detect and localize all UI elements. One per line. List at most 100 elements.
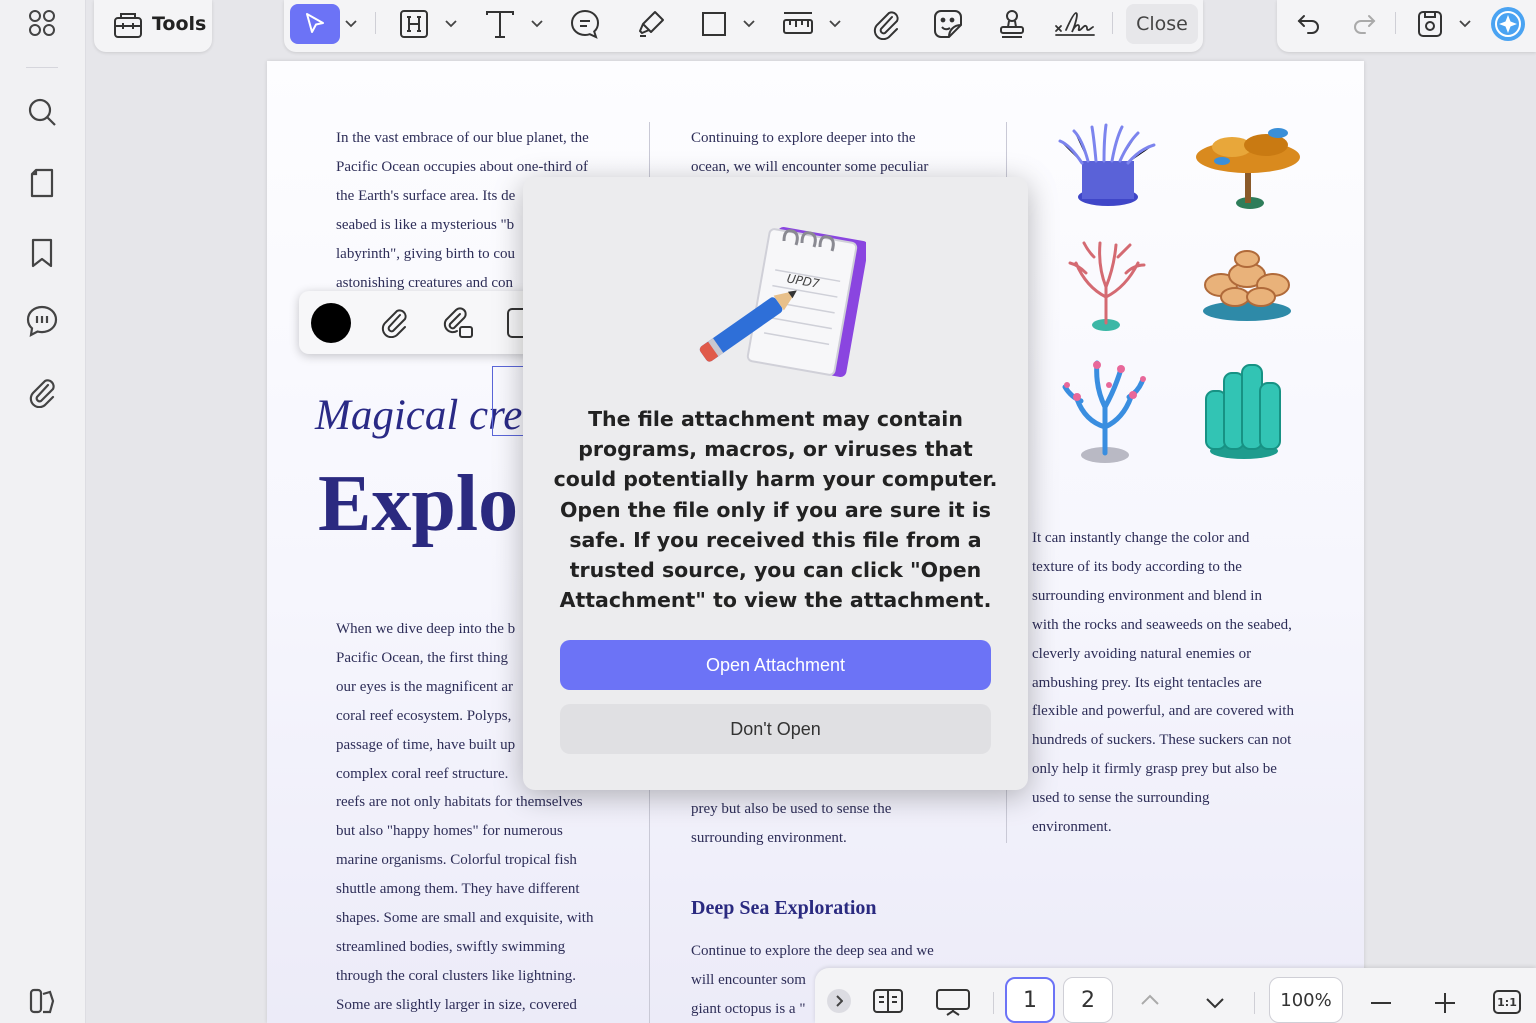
attachment-warning-dialog: UPD7 The file attachment may contain pro…	[523, 177, 1028, 790]
toolbar-divider	[375, 12, 376, 34]
ai-assistant-icon[interactable]	[1488, 4, 1528, 44]
chevron-down-icon[interactable]	[528, 4, 546, 44]
redo-icon[interactable]	[1344, 4, 1384, 44]
text-line: Continue to explore the deep sea and we	[691, 943, 934, 959]
ruler-icon[interactable]	[778, 4, 818, 44]
dont-open-button[interactable]: Don't Open	[560, 704, 991, 754]
text-line: It can instantly change the color and	[1032, 530, 1250, 546]
toolbox-icon	[112, 8, 144, 40]
annotation-toolbar: Close	[284, 0, 1203, 52]
notepad-pencil-icon: UPD7	[686, 221, 866, 381]
text-line: marine organisms. Colorful tropical fish	[336, 852, 577, 869]
attachment-options-toolbar	[299, 291, 539, 354]
column-2-mid-text: prey but also be used to sense the surrou…	[691, 795, 981, 853]
toolbar-divider	[1112, 12, 1113, 34]
sidebar-toggle-icon[interactable]	[22, 981, 62, 1021]
coral-branch-image	[1056, 237, 1156, 337]
text-line: shapes. Some are small and exquisite, wi…	[336, 910, 594, 927]
rectangle-icon[interactable]	[694, 4, 734, 44]
text-line: environment.	[1032, 819, 1112, 836]
attach-file-icon[interactable]	[441, 306, 475, 340]
chevron-down-icon[interactable]	[342, 4, 360, 44]
text-line: flexible and powerful, and are covered w…	[1032, 703, 1294, 720]
reading-mode-icon[interactable]	[872, 987, 904, 1015]
text-line: with the rocks and seaweeds on the seabe…	[1032, 616, 1292, 633]
save-icon[interactable]	[1410, 4, 1450, 44]
page-1-button[interactable]: 1	[1005, 977, 1055, 1023]
text-line: used to sense the surrounding	[1032, 790, 1210, 807]
comment-icon[interactable]	[22, 301, 62, 341]
presentation-icon[interactable]	[935, 987, 971, 1017]
heading-icon[interactable]	[394, 4, 434, 44]
text-line: cleverly avoiding natural enemies or	[1032, 645, 1252, 662]
bar-divider	[1254, 992, 1255, 1014]
text-line: reefs are not only habitats for themselv…	[336, 794, 583, 811]
search-icon[interactable]	[22, 92, 62, 132]
left-rail	[0, 0, 86, 1023]
close-button[interactable]: Close	[1126, 4, 1198, 44]
toolbar-divider	[1395, 12, 1396, 34]
text-line: prey but also be used to sense the	[691, 801, 892, 817]
column-2-top-text: Continuing to explore deeper into the oce…	[691, 124, 981, 182]
paperclip-icon[interactable]	[866, 4, 906, 44]
text-line: In the vast embrace of our blue planet, …	[336, 130, 589, 146]
highlighter-icon[interactable]	[631, 4, 671, 44]
column-3-text: It can instantly change the color and tex…	[1032, 524, 1332, 842]
bookmark-icon[interactable]	[22, 233, 62, 273]
chevron-right-icon[interactable]	[827, 989, 851, 1013]
text-line: surrounding environment and blend in	[1032, 587, 1262, 604]
paperclip-icon[interactable]	[379, 306, 409, 338]
comment-bubble-icon[interactable]	[565, 4, 605, 44]
page-2-button[interactable]: 2	[1063, 977, 1113, 1023]
text-line: only help it firmly grasp prey but also …	[1032, 761, 1277, 778]
signature-icon[interactable]	[1052, 4, 1098, 44]
text-line: shuttle among them. They have different	[336, 881, 580, 898]
warning-message: The file attachment may contain programs…	[553, 407, 998, 613]
select-cursor-icon[interactable]	[290, 4, 340, 44]
attachment-icon[interactable]	[22, 372, 62, 412]
zoom-in-icon[interactable]	[1434, 992, 1456, 1014]
tools-bar: Tools	[94, 0, 212, 52]
coral-tube-image	[1196, 361, 1292, 461]
text-line: surrounding environment.	[691, 829, 847, 846]
column-divider	[1006, 781, 1007, 843]
page-icon[interactable]	[22, 163, 62, 203]
apps-grid-icon[interactable]	[22, 3, 62, 43]
text-line: Continuing to explore deeper into the	[691, 130, 916, 146]
zoom-level-field[interactable]: 100%	[1269, 977, 1343, 1023]
stamp-icon[interactable]	[992, 4, 1032, 44]
tools-button[interactable]: Tools	[152, 13, 206, 35]
coral-anemone-image	[1052, 123, 1162, 213]
zoom-out-icon[interactable]	[1371, 1002, 1391, 1004]
text-line: but also "happy homes" for numerous	[336, 823, 563, 840]
color-swatch[interactable]	[311, 303, 351, 343]
text-line: streamlined bodies, swiftly swimming	[336, 938, 566, 955]
text-line: texture of its body according to the	[1032, 558, 1242, 575]
coral-blue-branch-image	[1057, 351, 1153, 467]
text-line: through the coral clusters like lightnin…	[336, 967, 576, 984]
chevron-up-icon[interactable]	[1141, 994, 1159, 1005]
coral-tree-image	[1192, 121, 1304, 217]
section-heading: Deep Sea Exploration	[691, 897, 877, 919]
bar-divider	[993, 992, 994, 1014]
right-toolbar	[1277, 0, 1536, 52]
page-navigation-bar: 1 2 100% 1:1	[815, 968, 1536, 1023]
coral-mushroom-image	[1191, 245, 1303, 325]
text-line: ambushing prey. Its eight tentacles are	[1032, 674, 1262, 691]
text-line: Some are slightly larger in size, covere…	[336, 996, 577, 1013]
chevron-down-icon[interactable]	[1456, 4, 1474, 44]
chevron-down-icon[interactable]	[826, 4, 844, 44]
chevron-down-icon[interactable]	[442, 4, 460, 44]
selection-box	[492, 366, 524, 436]
open-attachment-button[interactable]: Open Attachment	[560, 640, 991, 690]
sticker-icon[interactable]	[928, 4, 968, 44]
actual-size-button[interactable]: 1:1	[1493, 990, 1521, 1014]
rail-divider	[26, 67, 58, 68]
big-heading: Explo	[318, 460, 519, 548]
chevron-down-icon[interactable]	[1206, 998, 1224, 1009]
text-icon[interactable]	[480, 4, 520, 44]
undo-icon[interactable]	[1289, 4, 1329, 44]
column-divider	[649, 781, 650, 1023]
text-line: hundreds of suckers. These suckers can n…	[1032, 732, 1292, 749]
chevron-down-icon[interactable]	[740, 4, 758, 44]
